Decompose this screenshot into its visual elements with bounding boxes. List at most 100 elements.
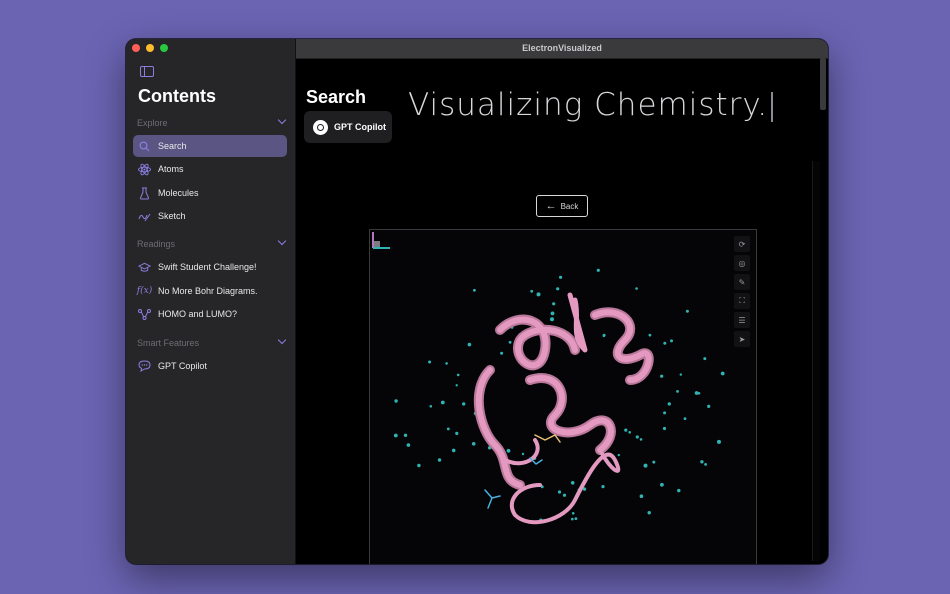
sidebar-item-label: Molecules — [158, 188, 199, 198]
water-molecule — [552, 302, 556, 306]
settings-sliders-icon[interactable]: ☰ — [734, 312, 750, 328]
sidebar-item-label: Sketch — [158, 211, 186, 221]
axes-indicator-icon — [372, 232, 390, 249]
water-molecule — [596, 268, 600, 272]
sidebar-item-label: No More Bohr Diagrams. — [158, 286, 258, 296]
function-icon: f(x) — [136, 286, 153, 296]
protein-structure[interactable] — [370, 230, 756, 564]
sidebar: Contents Explore Search Atoms Molecules — [126, 39, 296, 564]
graduation-cap-icon — [138, 261, 151, 274]
water-molecule — [707, 404, 711, 408]
water-molecule — [394, 399, 398, 403]
water-molecule — [508, 340, 512, 344]
water-molecule — [628, 431, 631, 434]
magnifier-icon — [138, 140, 151, 153]
water-molecule — [536, 292, 541, 297]
sidebar-title: Contents — [138, 86, 216, 106]
sidebar-item-search[interactable]: Search — [133, 135, 287, 157]
water-molecule — [601, 485, 605, 489]
sidebar-item-swift-student-challenge[interactable]: Swift Student Challenge! — [133, 256, 287, 278]
water-molecule — [550, 311, 555, 316]
rotate-icon[interactable]: ⟳ — [734, 236, 750, 252]
water-molecule — [440, 400, 445, 405]
section-readings[interactable]: Readings — [137, 236, 287, 249]
sidebar-item-no-more-bohr-diagrams[interactable]: f(x) No More Bohr Diagrams. — [133, 280, 287, 302]
water-molecule — [663, 341, 667, 345]
water-molecule — [428, 360, 432, 364]
water-molecule — [455, 384, 458, 387]
water-molecule — [403, 433, 408, 437]
minimize-window-button[interactable] — [146, 44, 154, 52]
page-title: Search — [306, 87, 367, 107]
water-molecule — [667, 402, 671, 406]
water-molecule — [660, 482, 664, 487]
water-molecule — [500, 351, 504, 355]
water-molecule — [451, 448, 456, 453]
viewer-toolbar: ⟳ ◎ ✎ ⛶ ☰ ➤ — [734, 236, 750, 350]
zoom-window-button[interactable] — [160, 44, 168, 52]
water-molecule — [417, 463, 421, 468]
sidebar-item-gpt-copilot[interactable]: GPT Copilot — [133, 355, 287, 377]
water-molecule — [679, 373, 682, 376]
back-button[interactable]: ← Back — [536, 195, 588, 217]
water-molecule — [704, 463, 707, 466]
water-molecule — [550, 317, 554, 322]
sidebar-item-label: GPT Copilot — [158, 361, 207, 371]
sidebar-toggle-icon[interactable] — [140, 66, 154, 77]
water-molecule — [643, 463, 648, 468]
gpt-copilot-button[interactable]: GPT Copilot — [304, 111, 392, 143]
water-molecule — [506, 448, 511, 453]
openai-logo-icon — [313, 119, 328, 135]
pointer-icon[interactable]: ➤ — [734, 331, 750, 347]
water-molecule — [639, 494, 644, 499]
water-molecule — [473, 288, 476, 292]
water-molecule — [703, 357, 707, 361]
water-molecule — [429, 405, 433, 408]
water-molecule — [717, 439, 721, 444]
section-label: Explore — [137, 118, 168, 128]
sidebar-item-atoms[interactable]: Atoms — [133, 158, 287, 180]
chevron-down-icon[interactable] — [277, 335, 287, 345]
water-molecule — [676, 390, 679, 393]
scrollbar-track[interactable] — [812, 161, 820, 561]
water-molecule — [648, 333, 652, 337]
flask-icon — [138, 187, 151, 200]
sidebar-item-homo-and-lumo[interactable]: HOMO and LUMO? — [133, 303, 287, 325]
molecule-viewer[interactable]: ⟳ ◎ ✎ ⛶ ☰ ➤ — [369, 229, 757, 564]
wrench-icon[interactable]: ✎ — [734, 274, 750, 290]
graph-nodes-icon — [138, 308, 151, 321]
water-molecule — [602, 333, 606, 337]
water-molecule — [570, 481, 575, 485]
center-icon[interactable]: ◎ — [734, 255, 750, 271]
section-explore[interactable]: Explore — [137, 115, 287, 128]
water-molecule — [624, 428, 628, 432]
water-molecule — [406, 443, 411, 447]
close-window-button[interactable] — [132, 44, 140, 52]
water-molecule — [647, 511, 651, 515]
water-molecule — [471, 442, 476, 446]
water-molecule — [562, 493, 567, 497]
section-smart-features[interactable]: Smart Features — [137, 335, 287, 348]
atom-icon — [138, 163, 151, 176]
water-molecule — [652, 460, 656, 464]
sidebar-item-label: Swift Student Challenge! — [158, 262, 257, 272]
main-content: ElectronVisualized Search GPT Copilot Vi… — [296, 39, 828, 564]
water-molecule — [663, 411, 667, 415]
scrollbar-thumb[interactable] — [820, 58, 826, 110]
sidebar-item-sketch[interactable]: Sketch — [133, 205, 287, 227]
water-molecule — [393, 433, 398, 438]
water-molecule — [559, 275, 563, 279]
water-molecule — [574, 517, 578, 520]
water-molecule — [446, 427, 450, 431]
water-molecule — [660, 374, 664, 378]
chevron-down-icon[interactable] — [277, 236, 287, 246]
sidebar-item-molecules[interactable]: Molecules — [133, 182, 287, 204]
water-molecule — [571, 517, 574, 521]
water-molecule — [456, 373, 460, 377]
app-window: Contents Explore Search Atoms Molecules — [126, 39, 828, 564]
arrow-left-icon: ← — [545, 200, 557, 212]
fullscreen-icon[interactable]: ⛶ — [734, 293, 750, 309]
water-molecule — [467, 342, 472, 347]
chevron-down-icon[interactable] — [277, 115, 287, 125]
water-molecule — [700, 460, 704, 464]
